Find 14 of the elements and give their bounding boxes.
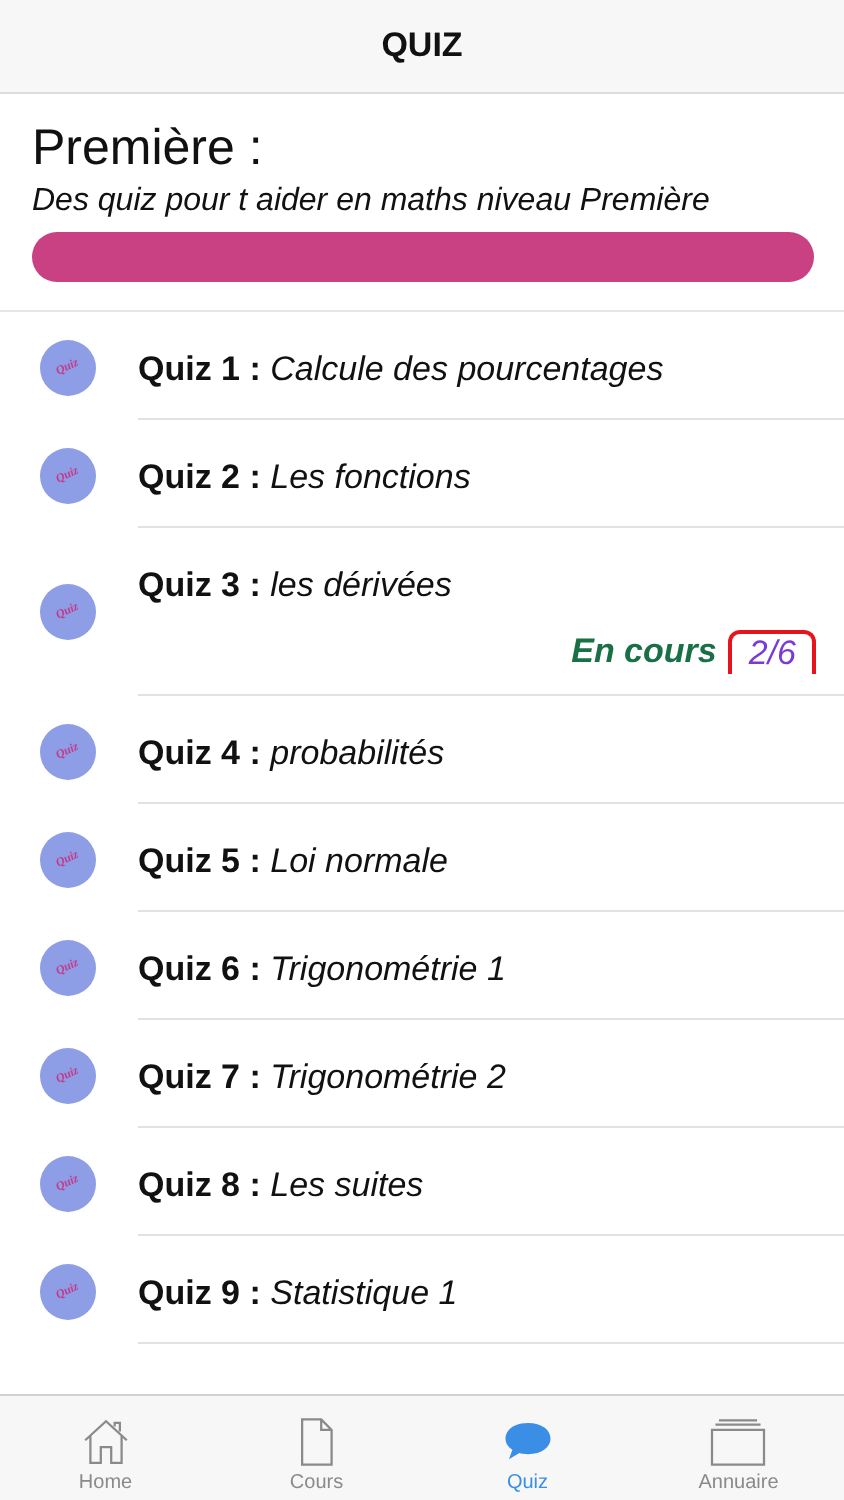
quiz-item[interactable]: Quiz 6 : Trigonométrie 1 [138, 950, 506, 990]
quiz-item[interactable]: Quiz 1 : Calcule des pourcentages [138, 350, 664, 390]
quiz-item[interactable]: Quiz 2 : Les fonctions [138, 458, 471, 498]
quiz-item[interactable]: Quiz 5 : Loi normale [138, 842, 448, 882]
quiz-item[interactable]: Quiz 3 : les dérivées [138, 566, 452, 606]
status-label: En cours [571, 632, 717, 672]
progress-count: 2/6 [728, 630, 816, 674]
quiz-item[interactable]: Quiz 8 : Les suites [138, 1166, 424, 1206]
screen-title: QUIZ [381, 26, 463, 66]
section-subtitle: Des quiz pour t aider en maths niveau Première [32, 184, 712, 220]
quiz-item[interactable]: Quiz 7 : Trigonométrie 2 [138, 1058, 506, 1098]
section-title: Première : [32, 118, 265, 178]
quiz-item[interactable]: Quiz 4 : probabilités [138, 734, 445, 774]
quiz-item[interactable]: Quiz 9 : Statistique 1 [138, 1274, 458, 1314]
